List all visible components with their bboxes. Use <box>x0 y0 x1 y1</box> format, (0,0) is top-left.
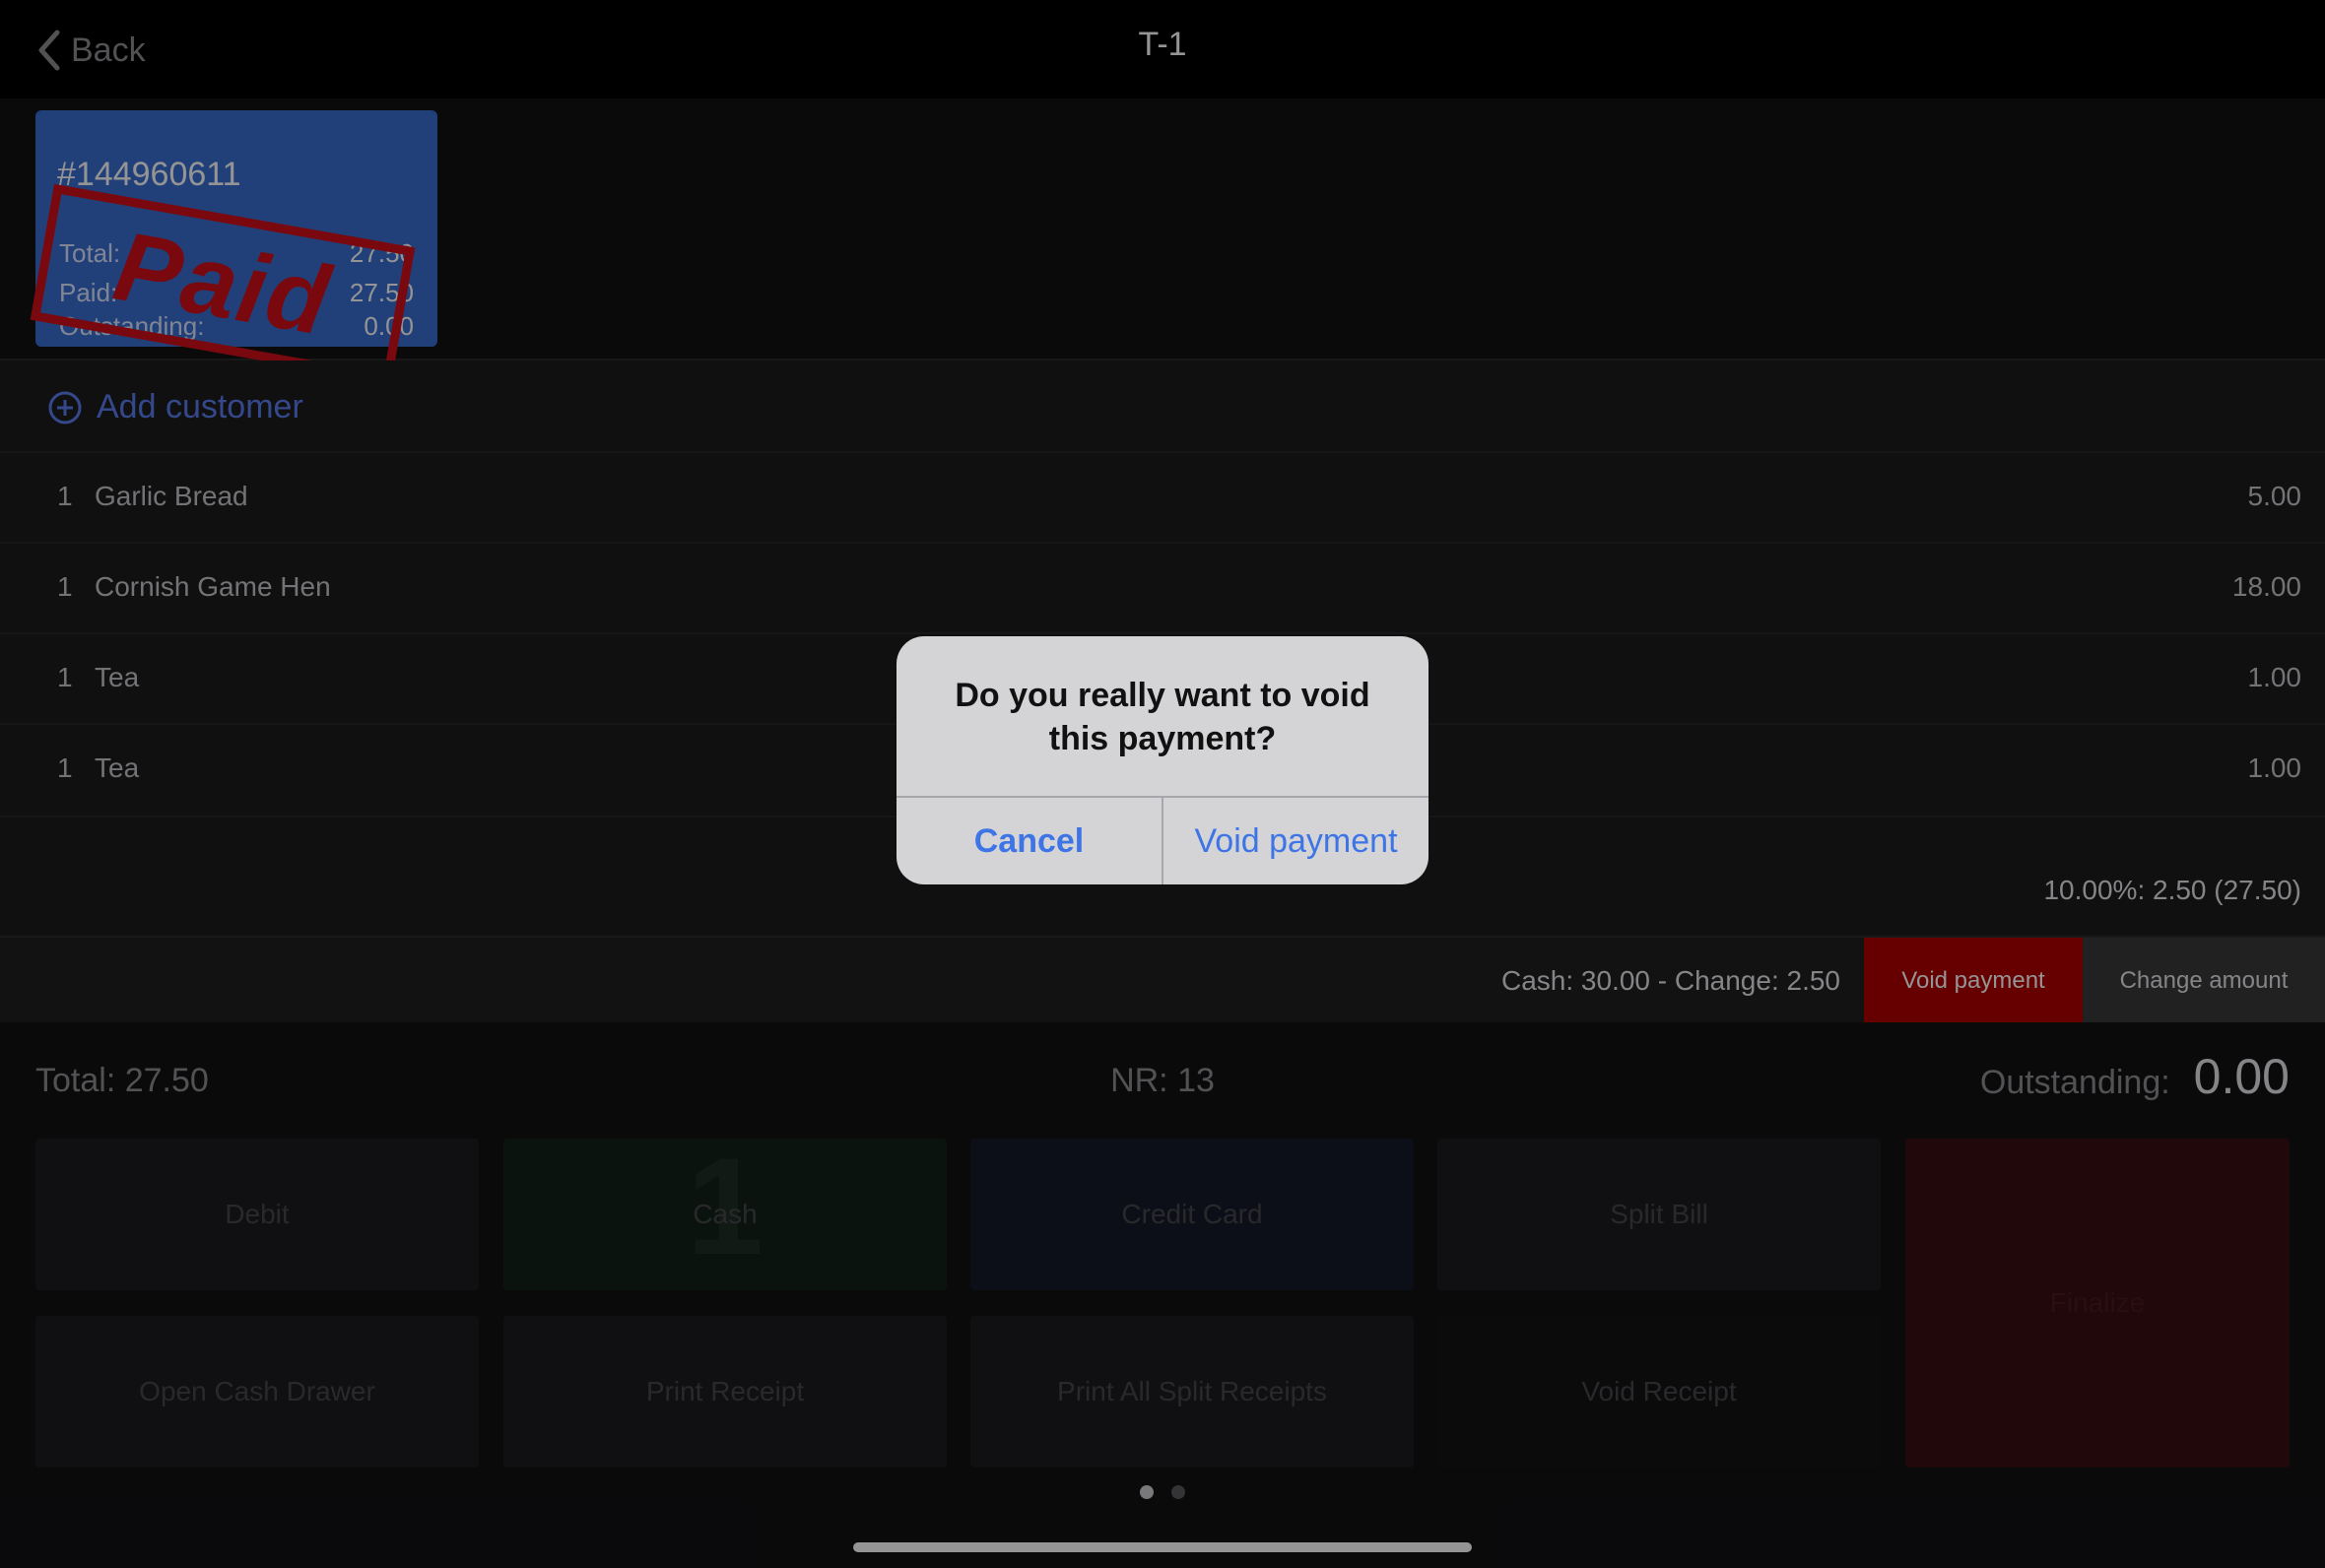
void-payment-dialog: Do you really want to void this payment?… <box>897 636 1428 884</box>
dialog-void-payment-button[interactable]: Void payment <box>1163 798 1428 884</box>
dialog-actions: Cancel Void payment <box>897 796 1428 884</box>
dialog-message: Do you really want to void this payment? <box>955 677 1370 757</box>
dialog-cancel-button[interactable]: Cancel <box>897 798 1163 884</box>
